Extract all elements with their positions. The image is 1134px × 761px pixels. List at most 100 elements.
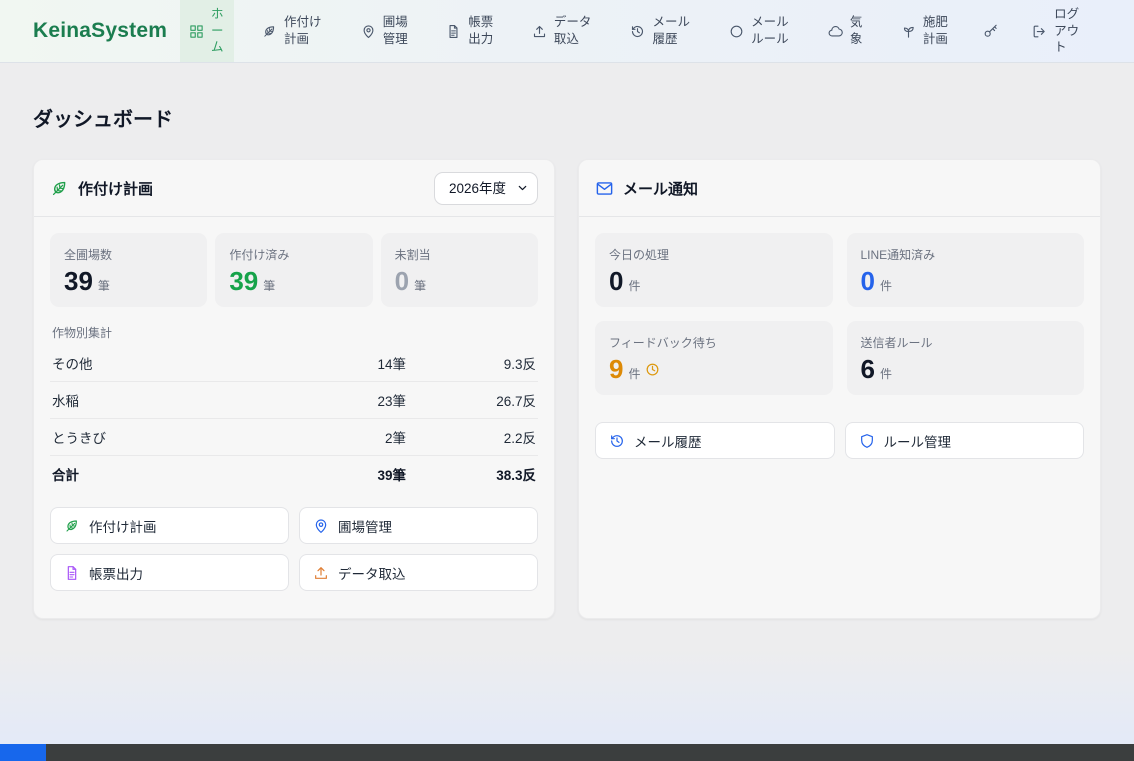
nav-item-label: 圃場管理: [383, 14, 410, 48]
nav-item-label: 気象: [850, 14, 864, 48]
table-row: 水稲 23筆 26.7反: [50, 382, 538, 419]
nav-item-data-import[interactable]: データ取込: [523, 0, 603, 62]
planting-plan-card: 作付け計画 2026年度 全圃場数 39 筆: [33, 159, 555, 619]
nav-item-mail-history[interactable]: メール履歴: [621, 0, 701, 62]
field-stats-row: 全圃場数 39 筆 作付け済み 39 筆 未割当: [50, 233, 538, 307]
stat-sender-rules: 送信者ルール 6 件: [847, 321, 1085, 395]
year-select-wrap: 2026年度: [434, 172, 538, 205]
button-label: 帳票出力: [89, 563, 143, 583]
card-title: メール通知: [623, 178, 1084, 199]
nav-item-label: メール履歴: [652, 14, 692, 48]
stat-unit: 件: [628, 365, 640, 382]
button-label: 圃場管理: [338, 516, 392, 536]
stat-label: フィードバック待ち: [609, 334, 819, 351]
nav-menu: ホーム 作付け計画 圃場管理 帳票出力 データ取込 メール履歴 メールルール: [180, 0, 1134, 62]
table-row-total: 合計 39筆 38.3反: [50, 456, 538, 492]
leaf-icon: [64, 518, 80, 534]
top-navbar: KeinaSystem ホーム 作付け計画 圃場管理 帳票出力 データ取込 メー…: [0, 0, 1134, 63]
planting-plan-card-header: 作付け計画 2026年度: [34, 160, 554, 217]
data-import-button[interactable]: データ取込: [299, 554, 538, 591]
crop-area: 9.3反: [406, 353, 536, 373]
clock-icon: [645, 362, 660, 377]
stat-unit: 筆: [98, 277, 110, 294]
stat-label: LINE通知済み: [861, 246, 1071, 263]
nav-item-label: メールルール: [751, 14, 791, 48]
crop-area: 38.3反: [406, 464, 536, 484]
sprout-icon: [901, 24, 916, 39]
crop-area: 26.7反: [406, 390, 536, 410]
nav-item-field-management[interactable]: 圃場管理: [352, 0, 419, 62]
nav-item-label: ホーム: [211, 6, 225, 57]
mail-card-body: 今日の処理 0 件 LINE通知済み 0 件 フ: [579, 217, 1100, 475]
brand-logo[interactable]: KeinaSystem: [0, 0, 180, 62]
stat-value: 39: [229, 268, 258, 294]
cards-row: 作付け計画 2026年度 全圃場数 39 筆: [33, 159, 1101, 619]
card-title: 作付け計画: [78, 178, 425, 199]
field-management-button[interactable]: 圃場管理: [299, 507, 538, 544]
table-row: とうきび 2筆 2.2反: [50, 419, 538, 456]
stat-unit: 件: [880, 277, 892, 294]
crop-name: とうきび: [52, 427, 286, 447]
nav-item-fertilization-plan[interactable]: 施肥計画: [892, 0, 959, 62]
dashboard-icon: [189, 24, 204, 39]
leaf-icon: [50, 179, 69, 198]
nav-item-mail-rules[interactable]: メールルール: [720, 0, 800, 62]
page-title: ダッシュボード: [33, 103, 1101, 132]
crop-name: その他: [52, 353, 286, 373]
nav-item-home[interactable]: ホーム: [180, 0, 234, 62]
logout-icon: [1032, 24, 1047, 39]
stat-value: 39: [64, 268, 93, 294]
password-key-button[interactable]: [977, 0, 1004, 62]
nav-item-label: 施肥計画: [923, 14, 950, 48]
planting-plan-button[interactable]: 作付け計画: [50, 507, 289, 544]
crop-count: 14筆: [286, 353, 406, 373]
crop-area: 2.2反: [406, 427, 536, 447]
stat-unit: 件: [880, 365, 892, 382]
stat-unit: 件: [628, 277, 640, 294]
mail-card-header: メール通知: [579, 160, 1100, 217]
map-pin-icon: [313, 518, 329, 534]
document-icon: [64, 565, 80, 581]
mail-icon: [595, 179, 614, 198]
stat-unit: 筆: [263, 277, 275, 294]
stat-value: 6: [861, 356, 875, 382]
button-label: ルール管理: [884, 431, 952, 451]
rule-management-button[interactable]: ルール管理: [845, 422, 1085, 459]
shield-icon: [859, 433, 875, 449]
leaf-icon: [262, 24, 277, 39]
stat-unassigned-fields: 未割当 0 筆: [381, 233, 538, 307]
stat-value: 0: [395, 268, 409, 294]
scroll-thumb[interactable]: [0, 744, 46, 761]
button-label: データ取込: [338, 563, 406, 583]
crop-count: 23筆: [286, 390, 406, 410]
mail-stats-grid: 今日の処理 0 件 LINE通知済み 0 件 フ: [595, 233, 1084, 395]
nav-item-label: 帳票出力: [468, 14, 495, 48]
stat-feedback-waiting: フィードバック待ち 9 件: [595, 321, 833, 395]
button-label: メール履歴: [634, 431, 702, 451]
mail-history-button[interactable]: メール履歴: [595, 422, 835, 459]
mail-notification-card: メール通知 今日の処理 0 件 LINE通知済み 0: [578, 159, 1101, 619]
crop-summary-heading: 作物別集計: [52, 324, 536, 341]
stat-line-notified: LINE通知済み 0 件: [847, 233, 1085, 307]
stat-total-fields: 全圃場数 39 筆: [50, 233, 207, 307]
crop-count: 39筆: [286, 464, 406, 484]
nav-item-report-output[interactable]: 帳票出力: [437, 0, 504, 62]
nav-item-weather[interactable]: 気象: [819, 0, 873, 62]
planting-plan-card-body: 全圃場数 39 筆 作付け済み 39 筆 未割当: [34, 217, 554, 607]
stat-unit: 筆: [414, 277, 426, 294]
planting-quick-links: 作付け計画 圃場管理 帳票出力 データ取込: [50, 507, 538, 591]
year-select[interactable]: 2026年度: [434, 172, 538, 205]
upload-icon: [532, 24, 547, 39]
crop-summary-table: その他 14筆 9.3反 水稲 23筆 26.7反 とうきび 2筆 2.2反: [50, 345, 538, 492]
nav-item-logout[interactable]: ログアウト: [1023, 0, 1090, 62]
cloud-icon: [828, 24, 843, 39]
upload-icon: [313, 565, 329, 581]
button-label: 作付け計画: [89, 516, 157, 536]
report-output-button[interactable]: 帳票出力: [50, 554, 289, 591]
stat-today-processed: 今日の処理 0 件: [595, 233, 833, 307]
crop-name: 水稲: [52, 390, 286, 410]
stat-label: 未割当: [395, 246, 524, 263]
stat-label: 送信者ルール: [861, 334, 1071, 351]
nav-item-planting-plan[interactable]: 作付け計画: [253, 0, 333, 62]
stat-value: 0: [609, 268, 623, 294]
